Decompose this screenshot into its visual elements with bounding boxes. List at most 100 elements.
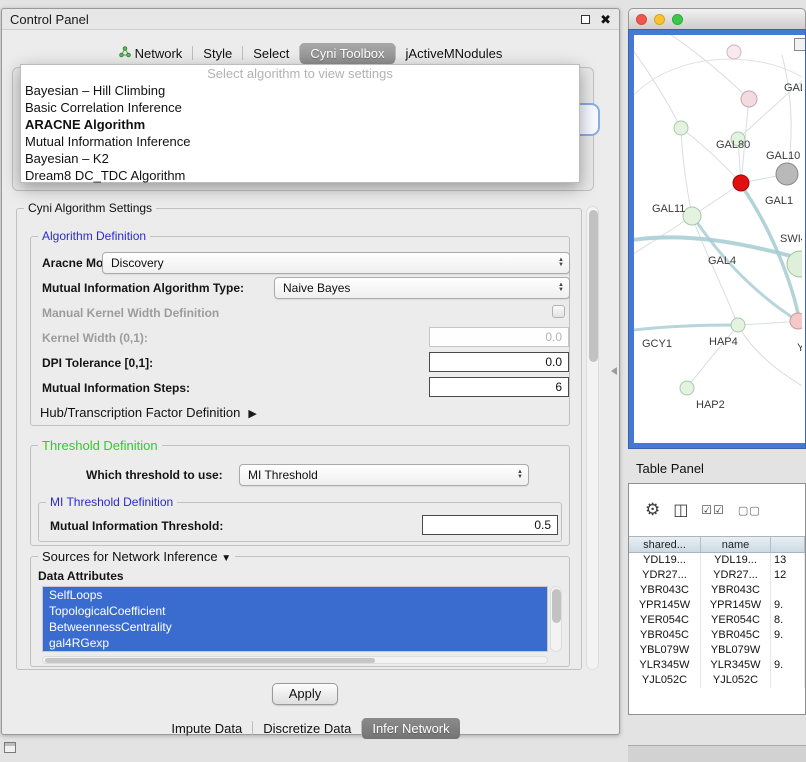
table-cell: 13 xyxy=(771,553,805,568)
table-row[interactable]: YBR043CYBR043C xyxy=(629,583,805,598)
manual-kernel-checkbox[interactable] xyxy=(552,305,565,318)
table-cell: YBL079W xyxy=(701,643,771,658)
dropdown-item[interactable]: Mutual Information Inference xyxy=(21,133,579,150)
close-icon[interactable]: ✖ xyxy=(600,13,611,26)
column-selector-icon[interactable]: ◫ xyxy=(673,500,688,520)
aracne-mode-select[interactable]: Discovery ▲▼ xyxy=(102,252,570,274)
panel-toggle-icon[interactable] xyxy=(4,742,16,753)
tab-impute-data[interactable]: Impute Data xyxy=(161,718,252,739)
table-row[interactable]: YJL052CYJL052C xyxy=(629,673,805,688)
tab-infer-network[interactable]: Infer Network xyxy=(362,718,459,739)
control-panel-titlebar: Control Panel ✖ xyxy=(2,9,619,30)
network-edge xyxy=(634,45,681,128)
desktop: Control Panel ✖ Network Style Select Cyn… xyxy=(0,0,806,762)
network-node[interactable] xyxy=(733,175,749,191)
list-item[interactable]: SelfLoops xyxy=(43,587,547,603)
column-header-shared-name[interactable]: shared... xyxy=(629,537,701,552)
table-row[interactable]: YER054CYER054C8. xyxy=(629,613,805,628)
column-header-partial[interactable] xyxy=(771,537,805,552)
cyni-algorithm-settings-title: Cyni Algorithm Settings xyxy=(24,201,156,215)
table-cell: 8. xyxy=(771,613,805,628)
table-toolbar: ⚙ ◫ ☑☑ ▢▢ xyxy=(629,484,805,536)
network-canvas-svg: GALGAL80GAL10GAL11GAL1SWI4GAL4GCY1HAP4YH… xyxy=(634,35,802,443)
aracne-mode-value: Discovery xyxy=(111,256,164,270)
dropdown-item[interactable]: Bayesian – K2 xyxy=(21,150,579,167)
tab-select[interactable]: Select xyxy=(243,43,299,64)
table-row[interactable]: YLR345WYLR345W9. xyxy=(629,658,805,673)
dropdown-item[interactable]: Bayesian – Hill Climbing xyxy=(21,82,579,99)
table-cell: YPR145W xyxy=(629,598,701,613)
kernel-width-input[interactable]: 0.0 xyxy=(429,327,569,347)
control-panel-tabs: Network Style Select Cyni Toolbox jActiv… xyxy=(2,41,619,65)
list-item[interactable]: BetweennessCentrality xyxy=(43,619,547,635)
table-cell: 9. xyxy=(771,628,805,643)
network-node[interactable] xyxy=(790,313,802,329)
dropdown-item[interactable]: Dream8 DC_TDC Algorithm xyxy=(21,167,579,184)
network-node-label: GAL80 xyxy=(716,139,750,151)
dropdown-item[interactable]: Basic Correlation Inference xyxy=(21,99,579,116)
mi-steps-input[interactable]: 6 xyxy=(429,377,569,397)
table-cell: YDR27... xyxy=(629,568,701,583)
list-item[interactable]: TopologicalCoefficient xyxy=(43,603,547,619)
apply-button[interactable]: Apply xyxy=(272,683,338,705)
combo-arrows-icon: ▲▼ xyxy=(553,283,569,293)
splitter-collapse-button[interactable] xyxy=(611,367,617,375)
attributes-list-hscrollbar[interactable] xyxy=(42,656,548,664)
network-node[interactable] xyxy=(680,381,694,395)
threshold-select[interactable]: MI Threshold ▲▼ xyxy=(239,464,529,486)
network-node[interactable] xyxy=(727,45,741,59)
network-frame: GALGAL80GAL10GAL11GAL1SWI4GAL4GCY1HAP4YH… xyxy=(628,29,806,449)
dropdown-placeholder-item[interactable]: Select algorithm to view settings xyxy=(21,65,579,82)
table-row[interactable]: YPR145WYPR145W9. xyxy=(629,598,805,613)
table-cell: YBR043C xyxy=(701,583,771,598)
tab-jactivemnodules[interactable]: jActiveMNodules xyxy=(396,43,513,64)
tab-network[interactable]: Network xyxy=(109,43,193,64)
network-node-label: GAL1 xyxy=(765,195,793,207)
dpi-tolerance-input[interactable]: 0.0 xyxy=(429,352,569,372)
tab-discretize-data[interactable]: Discretize Data xyxy=(253,718,361,739)
table-row[interactable]: YDR27...YDR27...12 xyxy=(629,568,805,583)
combo-arrows-icon: ▲▼ xyxy=(553,258,569,268)
network-canvas[interactable]: GALGAL80GAL10GAL11GAL1SWI4GAL4GCY1HAP4YH… xyxy=(634,35,805,443)
settings-scrollbar[interactable] xyxy=(586,206,599,670)
checked-boxes-icon[interactable]: ☑☑ xyxy=(701,503,725,517)
table-row[interactable]: YDL19...YDL19...13 xyxy=(629,553,805,568)
mi-threshold-input[interactable]: 0.5 xyxy=(422,515,558,535)
attributes-list-scrollbar[interactable] xyxy=(550,586,562,652)
column-header-name[interactable]: name xyxy=(701,537,771,552)
sources-toggle[interactable]: Sources for Network Inference ▼ xyxy=(38,549,235,564)
table-row[interactable]: YBL079WYBL079W xyxy=(629,643,805,658)
network-node-label: GAL xyxy=(784,82,802,94)
network-edge xyxy=(692,216,738,325)
float-panel-icon[interactable] xyxy=(581,15,590,24)
network-node[interactable] xyxy=(776,163,798,185)
network-edge xyxy=(687,325,738,388)
mi-type-select[interactable]: Naive Bayes ▲▼ xyxy=(274,277,570,299)
threshold-definition-title: Threshold Definition xyxy=(38,438,162,453)
hub-definition-toggle[interactable]: Hub/Transcription Factor Definition▶ xyxy=(40,405,257,420)
data-attributes-list[interactable]: SelfLoops TopologicalCoefficient Between… xyxy=(42,586,548,652)
kernel-width-label: Kernel Width (0,1): xyxy=(42,331,148,345)
tab-style[interactable]: Style xyxy=(193,43,242,64)
network-node[interactable] xyxy=(731,318,745,332)
list-item[interactable]: gal4RGexp xyxy=(43,635,547,651)
unchecked-boxes-icon[interactable]: ▢▢ xyxy=(738,504,761,517)
window-zoom-button[interactable] xyxy=(672,14,683,25)
network-node[interactable] xyxy=(741,91,757,107)
network-node-label: GCY1 xyxy=(642,338,672,350)
network-view-window: GALGAL80GAL10GAL11GAL1SWI4GAL4GCY1HAP4YH… xyxy=(628,8,806,449)
manual-kernel-label: Manual Kernel Width Definition xyxy=(42,306,219,320)
tab-label: Network xyxy=(135,46,183,61)
network-node[interactable] xyxy=(683,207,701,225)
table-cell xyxy=(771,673,805,688)
network-node-label: SWI4 xyxy=(780,233,802,245)
dropdown-item-selected[interactable]: ARACNE Algorithm xyxy=(21,116,579,133)
algorithm-dropdown-list: Select algorithm to view settings Bayesi… xyxy=(20,64,580,183)
table-row[interactable]: YBR045CYBR045C9. xyxy=(629,628,805,643)
gear-icon[interactable]: ⚙ xyxy=(645,500,660,520)
network-node[interactable] xyxy=(674,121,688,135)
tab-label: Select xyxy=(253,46,289,61)
tab-cyni-toolbox[interactable]: Cyni Toolbox xyxy=(300,43,394,64)
window-minimize-button[interactable] xyxy=(654,14,665,25)
window-close-button[interactable] xyxy=(636,14,647,25)
